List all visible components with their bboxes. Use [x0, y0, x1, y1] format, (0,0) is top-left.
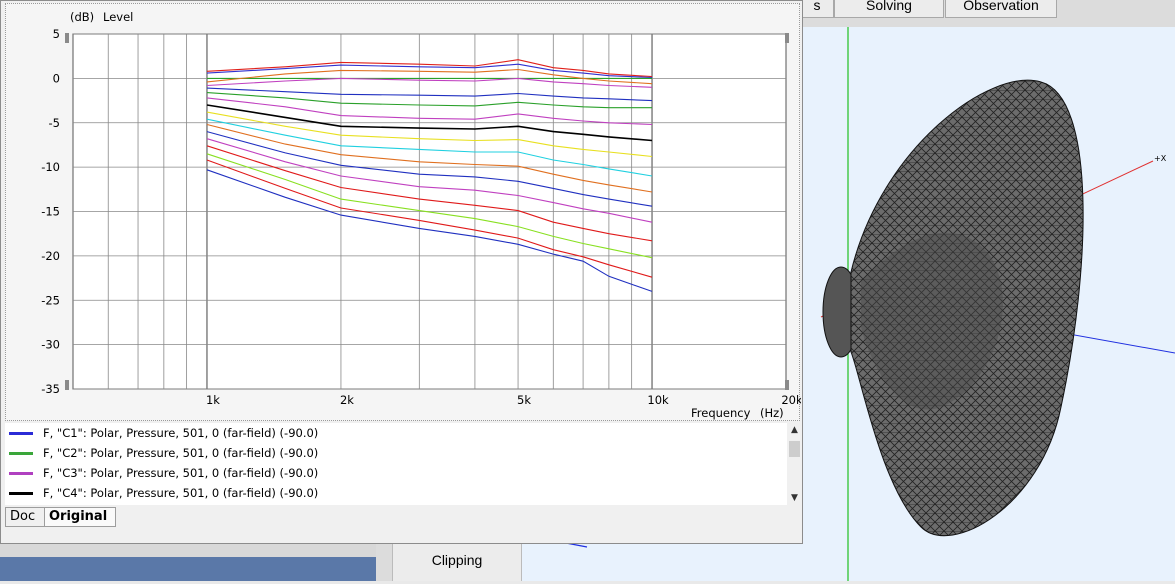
x-tick-label: 20k	[781, 393, 801, 407]
right-top-handle[interactable]	[785, 33, 789, 43]
y-tick-label: 5	[53, 27, 60, 41]
legend-swatch	[9, 472, 33, 475]
y-tick-label: -10	[41, 160, 60, 174]
y-tick-label: -25	[41, 293, 60, 307]
legend-text: F, "C2": Polar, Pressure, 501, 0 (far-fi…	[43, 446, 319, 460]
legend-item[interactable]: F, "C3": Polar, Pressure, 501, 0 (far-fi…	[9, 464, 318, 482]
y-tick-label: -15	[41, 205, 60, 219]
legend-item[interactable]: F, "C4": Polar, Pressure, 501, 0 (far-fi…	[9, 484, 318, 502]
tab-observation[interactable]: Observation	[945, 0, 1057, 18]
legend-swatch	[9, 432, 33, 435]
tab-partial[interactable]: s	[800, 0, 834, 18]
y-tick-label: -30	[41, 338, 60, 352]
x-tick-label: 10k	[647, 393, 669, 407]
legend-text: F, "C4": Polar, Pressure, 501, 0 (far-fi…	[43, 486, 319, 500]
clipping-button[interactable]: Clipping	[392, 543, 522, 581]
plot-area: 5 0 -5 -10 -15 -20 -25 -30 -35 1k 2k 5k 10k 20k (dB) …	[5, 3, 801, 421]
x-tick-label: 1k	[206, 393, 220, 407]
legend-swatch	[9, 492, 33, 495]
scroll-up-icon[interactable]: ▲	[787, 423, 802, 437]
legend-scrollbar[interactable]: ▲ ▼	[787, 423, 802, 505]
scroll-down-icon[interactable]: ▼	[787, 491, 802, 505]
axis-x-label: +X	[1154, 154, 1167, 163]
y-tick-label: -20	[41, 249, 60, 263]
scroll-thumb[interactable]	[789, 441, 800, 457]
legend-item[interactable]: F, "C1": Polar, Pressure, 501, 0 (far-fi…	[9, 424, 318, 442]
x-tick-label: 2k	[340, 393, 354, 407]
right-bottom-handle[interactable]	[785, 380, 789, 390]
y-tick-label: -35	[41, 382, 60, 396]
left-bottom-handle[interactable]	[65, 380, 69, 390]
y-axis-label: Level	[103, 10, 133, 24]
tab-original[interactable]: Original	[44, 507, 116, 527]
legend-text: F, "C1": Polar, Pressure, 501, 0 (far-fi…	[43, 426, 319, 440]
legend-item[interactable]: F, "C2": Polar, Pressure, 501, 0 (far-fi…	[9, 444, 318, 462]
taskbar-strip	[0, 544, 376, 581]
chart-window: 5 0 -5 -10 -15 -20 -25 -30 -35 1k 2k 5k 10k 20k (dB) …	[0, 0, 803, 544]
left-top-handle[interactable]	[65, 33, 69, 43]
legend-list[interactable]: F, "C1": Polar, Pressure, 501, 0 (far-fi…	[5, 423, 802, 505]
y-tick-label: -5	[49, 116, 60, 130]
tab-doc[interactable]: Doc	[5, 507, 45, 527]
y-tick-label: 0	[53, 71, 60, 85]
frequency-response-chart: 50-5-10-15-20-25-30-351k 2k 5k 10k 20k (dB) …	[41, 10, 801, 420]
y-axis-unit: (dB)	[70, 10, 94, 24]
x-axis-unit: (Hz)	[760, 406, 784, 420]
x-tick-label: 5k	[517, 393, 531, 407]
x-axis-label: Frequency	[691, 406, 751, 420]
legend-text: F, "C3": Polar, Pressure, 501, 0 (far-fi…	[43, 466, 319, 480]
legend-swatch	[9, 452, 33, 455]
tab-solving[interactable]: Solving	[834, 0, 944, 18]
